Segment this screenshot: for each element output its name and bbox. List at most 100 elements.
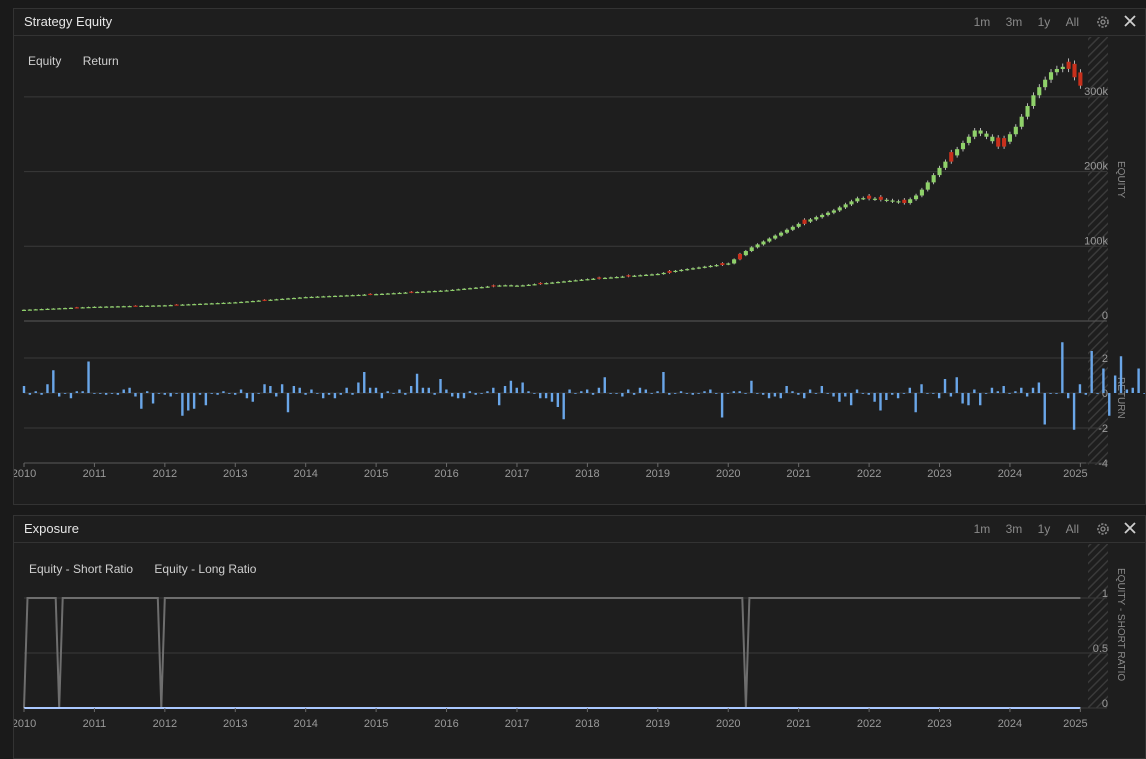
return-bar	[1061, 342, 1064, 393]
equity-candle	[902, 199, 907, 203]
return-bar	[492, 387, 495, 393]
return-bar	[128, 387, 131, 393]
range-3m-button[interactable]: 3m	[1006, 522, 1023, 536]
close-icon[interactable]	[1121, 519, 1139, 537]
return-bar	[885, 393, 888, 400]
equity-candle	[467, 288, 473, 290]
equity-candle	[696, 267, 701, 269]
x-tick-label: 2016	[434, 468, 458, 480]
equity-candle	[27, 309, 32, 311]
return-bar	[955, 377, 958, 393]
equity-candle	[908, 199, 913, 203]
equity-candle	[338, 295, 343, 297]
range-1y-button[interactable]: 1y	[1038, 15, 1051, 29]
x-tick-label: 2016	[434, 718, 458, 730]
equity-candle	[221, 302, 226, 305]
equity-candle	[192, 304, 197, 306]
return-bar	[797, 393, 800, 395]
equity-candle	[779, 232, 784, 236]
equity-candle	[274, 299, 279, 301]
return-bar	[838, 393, 841, 402]
return-bar	[445, 389, 448, 393]
return-bar	[81, 391, 84, 393]
equity-candle	[808, 219, 813, 222]
return-bar	[497, 393, 501, 406]
equity-candle	[585, 279, 590, 281]
return-bar	[615, 393, 618, 394]
equity-candle	[767, 238, 772, 242]
equity-candle	[620, 276, 625, 278]
return-bar	[603, 377, 606, 393]
return-bar	[509, 380, 513, 393]
equity-tick-label: 200k	[1084, 161, 1108, 173]
return-bar	[474, 393, 477, 395]
equity-candle	[544, 283, 549, 285]
equity-candle	[913, 195, 919, 200]
return-bar	[773, 393, 777, 397]
return-bar	[374, 387, 378, 393]
equity-candle	[884, 199, 889, 201]
return-bar	[486, 391, 489, 393]
return-bar	[544, 393, 548, 399]
return-bar	[844, 393, 847, 397]
range-1y-button[interactable]: 1y	[1038, 522, 1051, 536]
equity-candle	[374, 294, 379, 296]
range-all-button[interactable]: All	[1066, 15, 1079, 29]
equity-candle	[867, 195, 872, 199]
equity-candle	[890, 200, 895, 202]
equity-candle	[714, 265, 719, 267]
equity-candle	[21, 309, 27, 311]
return-bar	[527, 391, 530, 393]
equity-candle	[198, 303, 203, 306]
strategy-equity-panel: Strategy Equity 1m 3m 1y All Equity Retu…	[13, 8, 1146, 505]
equity-candle	[1054, 68, 1059, 73]
return-bar	[386, 391, 389, 393]
gear-icon[interactable]	[1095, 14, 1111, 30]
equity-candle	[632, 275, 637, 277]
return-bar	[896, 393, 900, 399]
return-bar	[63, 393, 67, 394]
panel-title: Strategy Equity	[24, 14, 113, 29]
x-tick-label: 2017	[505, 718, 529, 730]
return-bar	[621, 393, 624, 397]
equity-candle	[978, 130, 983, 134]
return-bar	[93, 393, 96, 394]
equity-candle	[462, 288, 467, 290]
exposure-axis-label: EQUITY - SHORT RATIO	[1115, 568, 1126, 681]
return-bar	[269, 386, 272, 393]
return-bar	[251, 393, 254, 402]
return-bar	[1067, 393, 1070, 399]
equity-candle	[115, 306, 120, 308]
equity-candle	[33, 309, 38, 311]
close-icon[interactable]	[1121, 12, 1139, 30]
equity-candle	[74, 307, 79, 309]
x-tick-label: 2025	[1063, 718, 1087, 730]
return-bar	[580, 391, 583, 393]
return-bar	[709, 389, 712, 393]
equity-tick-label: 0	[1102, 310, 1108, 322]
equity-candle	[597, 277, 602, 279]
equity-candle	[127, 306, 132, 308]
range-1m-button[interactable]: 1m	[974, 522, 991, 536]
panel-header: Exposure 1m 3m 1y All	[14, 516, 1145, 543]
gear-icon[interactable]	[1095, 521, 1111, 537]
equity-candle	[567, 280, 572, 283]
equity-candle	[579, 279, 584, 281]
equity-candle	[203, 303, 208, 305]
equity-candle	[878, 196, 883, 200]
return-bar	[926, 393, 929, 394]
equity-candle	[168, 305, 173, 307]
return-bar	[785, 386, 788, 393]
return-bar	[1072, 393, 1076, 430]
equity-candle	[438, 290, 443, 292]
equity-candle	[526, 284, 531, 286]
equity-candle	[602, 277, 608, 280]
range-1m-button[interactable]: 1m	[974, 15, 991, 29]
equity-candle	[673, 270, 678, 273]
equity-candle	[931, 175, 936, 183]
range-all-button[interactable]: All	[1066, 522, 1079, 536]
x-tick-label: 2025	[1063, 468, 1087, 480]
equity-candle	[286, 298, 291, 300]
range-3m-button[interactable]: 3m	[1006, 15, 1023, 29]
x-tick-label: 2021	[786, 718, 810, 730]
